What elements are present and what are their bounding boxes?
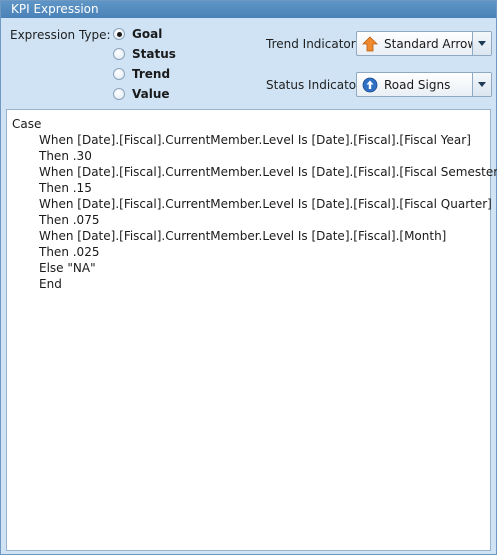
radio-trend-label[interactable]: Trend [132, 67, 170, 81]
kpi-expression-window: KPI Expression Expression Type: Goal Sta… [0, 0, 497, 555]
code-line[interactable]: When [Date].[Fiscal].CurrentMember.Level… [12, 164, 497, 180]
status-indicator-label: Status Indicator: [266, 78, 365, 92]
expression-editor[interactable]: Case When [Date].[Fiscal].CurrentMember.… [6, 109, 497, 551]
blue-circle-arrow-icon [362, 77, 378, 93]
trend-indicator-value: Standard Arrow [384, 36, 478, 51]
trend-indicator-label: Trend Indicator: [266, 37, 360, 51]
radio-selected-dot-icon [116, 31, 122, 37]
radio-trend[interactable]: Trend [113, 65, 170, 83]
code-line[interactable]: Then .025 [12, 244, 485, 260]
radio-button-icon[interactable] [113, 88, 125, 100]
radio-button-icon[interactable] [113, 68, 125, 80]
radio-button-icon[interactable] [113, 28, 125, 40]
status-indicator-dropdown[interactable]: Road Signs [356, 72, 492, 97]
status-indicator-value: Road Signs [384, 77, 451, 92]
trend-indicator-dropdown[interactable]: Standard Arrow [356, 31, 492, 56]
code-line[interactable]: End [12, 276, 485, 292]
radio-goal[interactable]: Goal [113, 25, 162, 43]
window-title: KPI Expression [1, 1, 496, 18]
code-line[interactable]: When [Date].[Fiscal].CurrentMember.Level… [12, 196, 492, 212]
chevron-down-icon[interactable] [472, 32, 491, 55]
code-line[interactable]: When [Date].[Fiscal].CurrentMember.Level… [12, 132, 485, 148]
radio-status[interactable]: Status [113, 45, 176, 63]
code-line[interactable]: When [Date].[Fiscal].CurrentMember.Level… [12, 228, 485, 244]
radio-status-label[interactable]: Status [132, 47, 176, 61]
radio-value[interactable]: Value [113, 85, 170, 103]
code-line[interactable]: Case [12, 116, 485, 132]
radio-value-label[interactable]: Value [132, 87, 170, 101]
code-line[interactable]: Then .30 [12, 148, 485, 164]
chevron-down-icon[interactable] [472, 73, 491, 96]
orange-up-arrow-icon [362, 35, 378, 52]
expression-type-label: Expression Type: [10, 28, 111, 42]
code-line[interactable]: Then .15 [12, 180, 485, 196]
code-line[interactable]: Else "NA" [12, 260, 485, 276]
radio-goal-label[interactable]: Goal [132, 27, 162, 41]
radio-button-icon[interactable] [113, 48, 125, 60]
code-line[interactable]: Then .075 [12, 212, 485, 228]
